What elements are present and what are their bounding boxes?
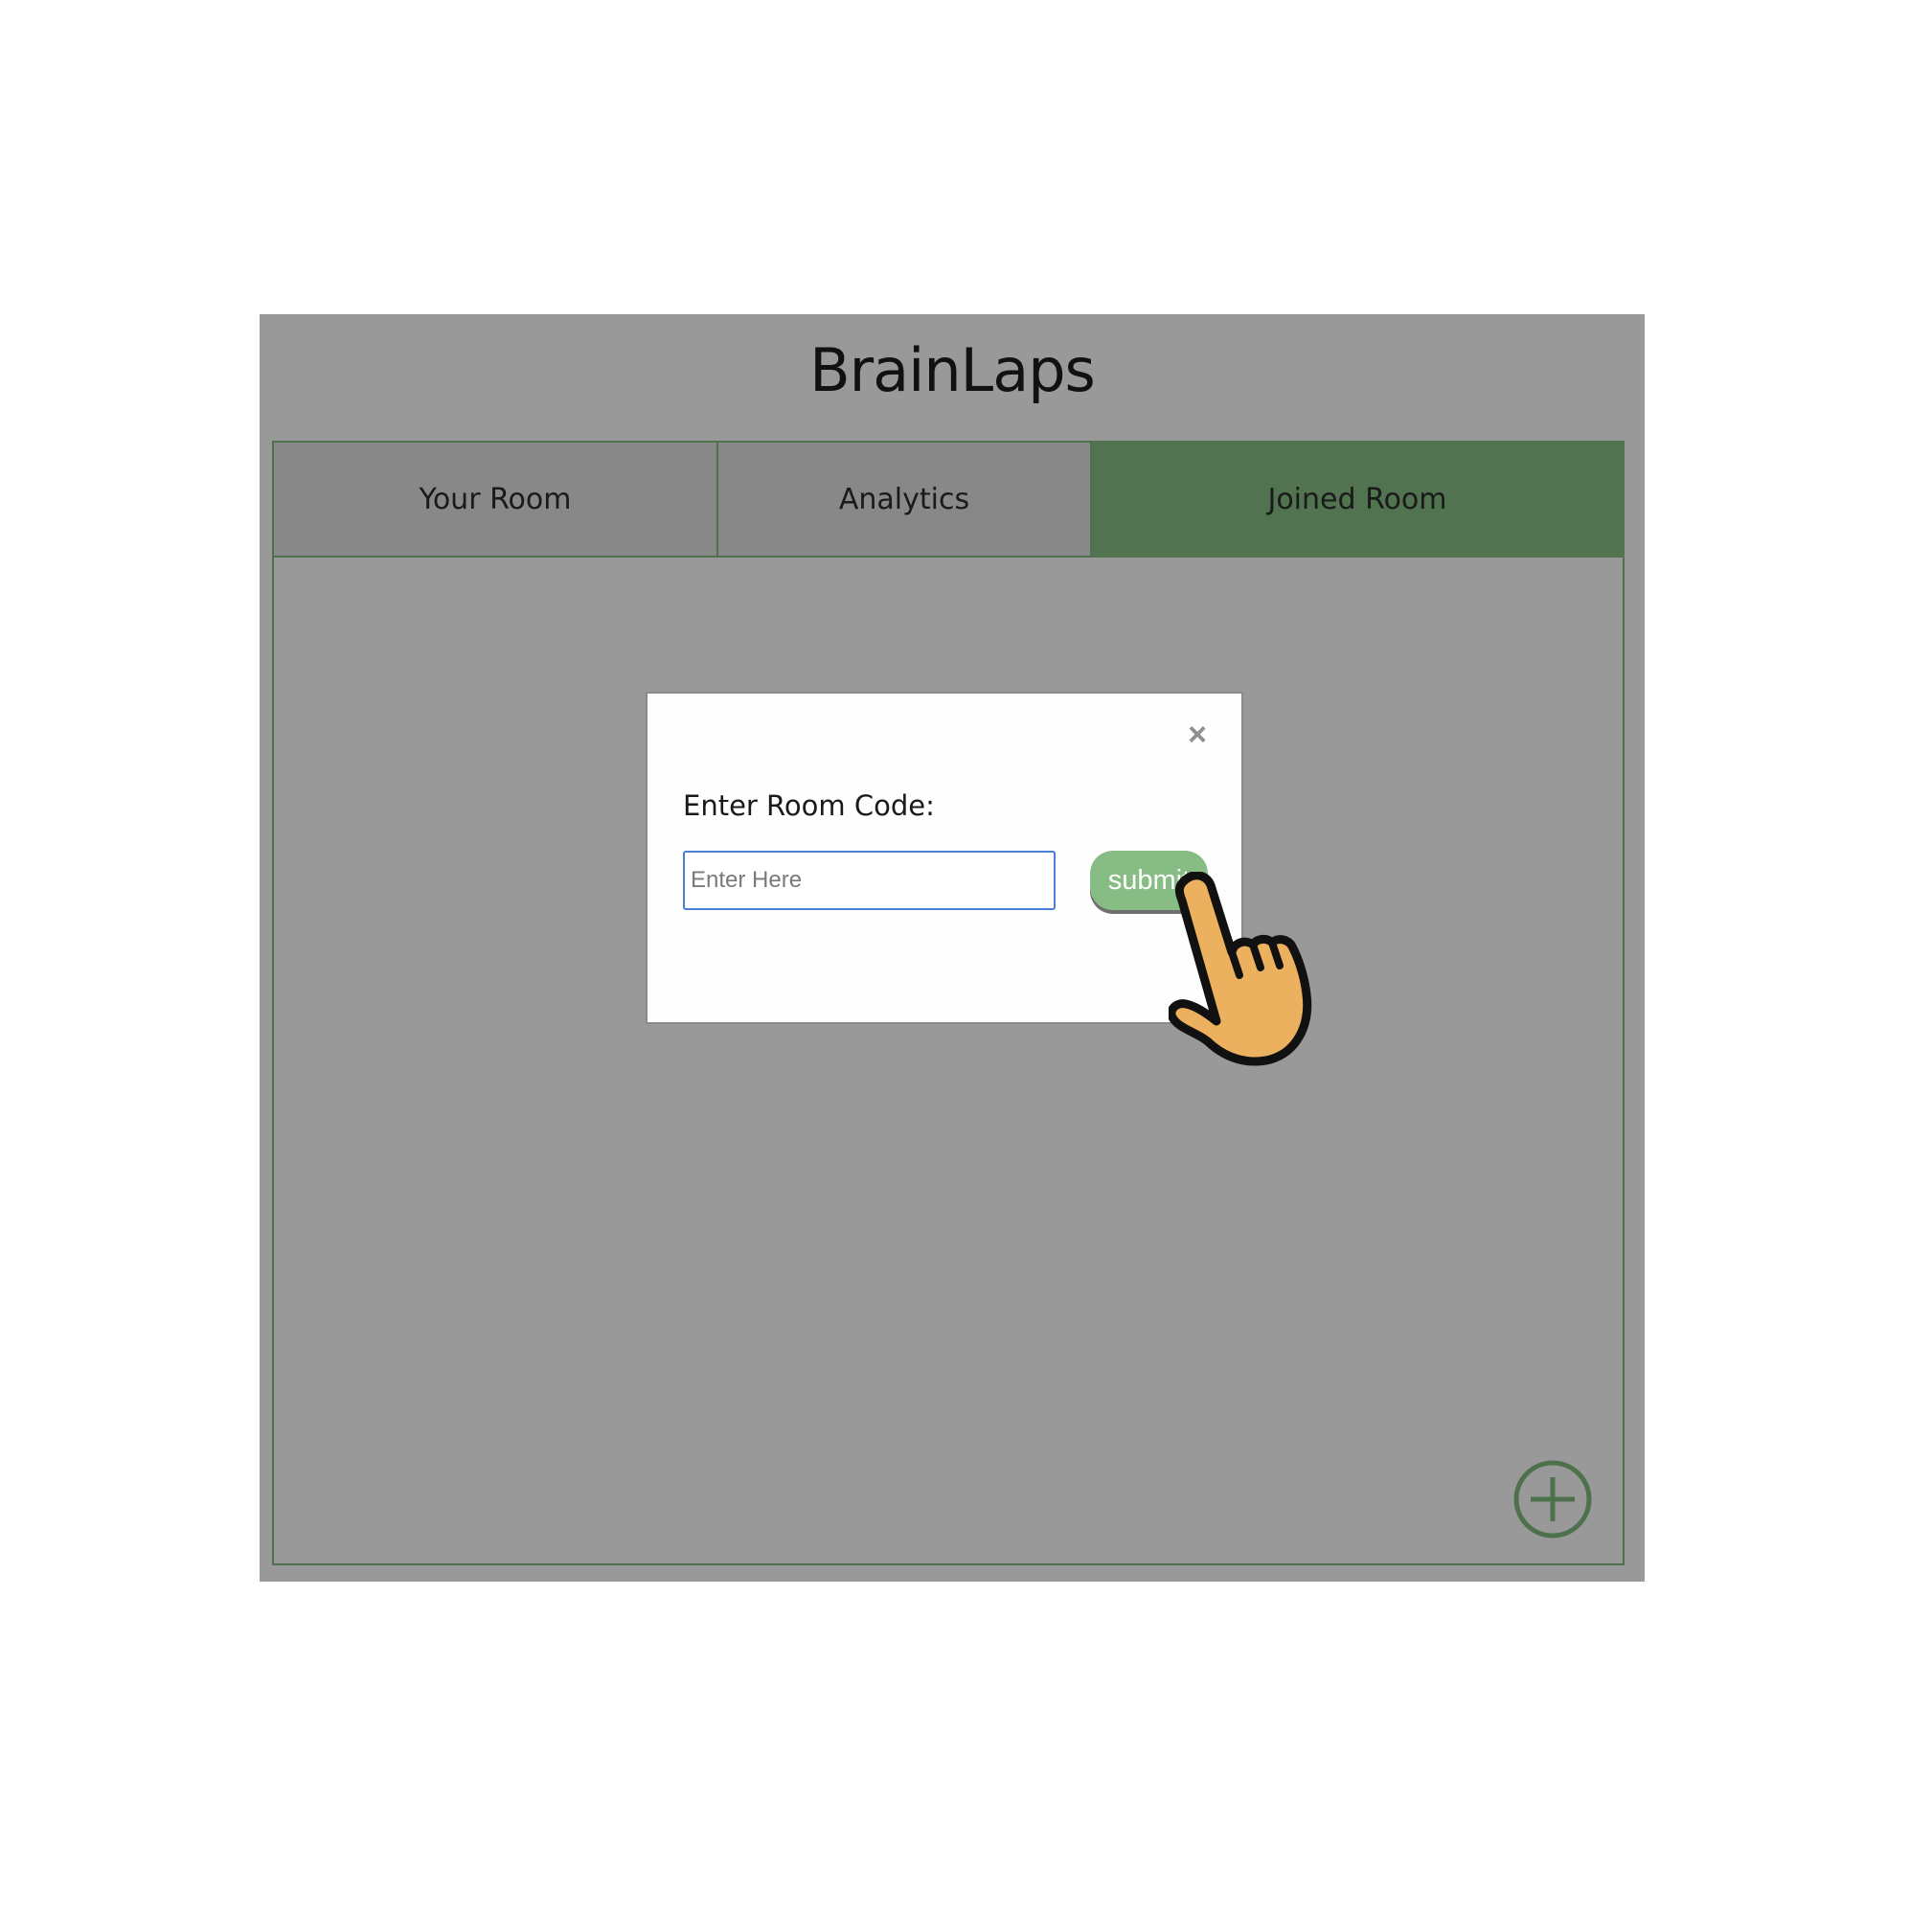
room-code-dialog: × Enter Room Code: submit	[646, 692, 1243, 1024]
room-code-label: Enter Room Code:	[683, 789, 935, 822]
tab-your-room[interactable]: Your Room	[272, 441, 718, 558]
room-code-input[interactable]	[683, 851, 1056, 910]
submit-button[interactable]: submit	[1090, 851, 1208, 910]
close-icon[interactable]: ×	[1188, 718, 1207, 751]
plus-circle-icon[interactable]	[1513, 1460, 1592, 1539]
app-title: BrainLaps	[809, 335, 1096, 405]
tab-joined-room[interactable]: Joined Room	[1092, 441, 1625, 558]
tab-bar: Your Room Analytics Joined Room	[272, 441, 1625, 558]
tab-analytics[interactable]: Analytics	[718, 441, 1092, 558]
